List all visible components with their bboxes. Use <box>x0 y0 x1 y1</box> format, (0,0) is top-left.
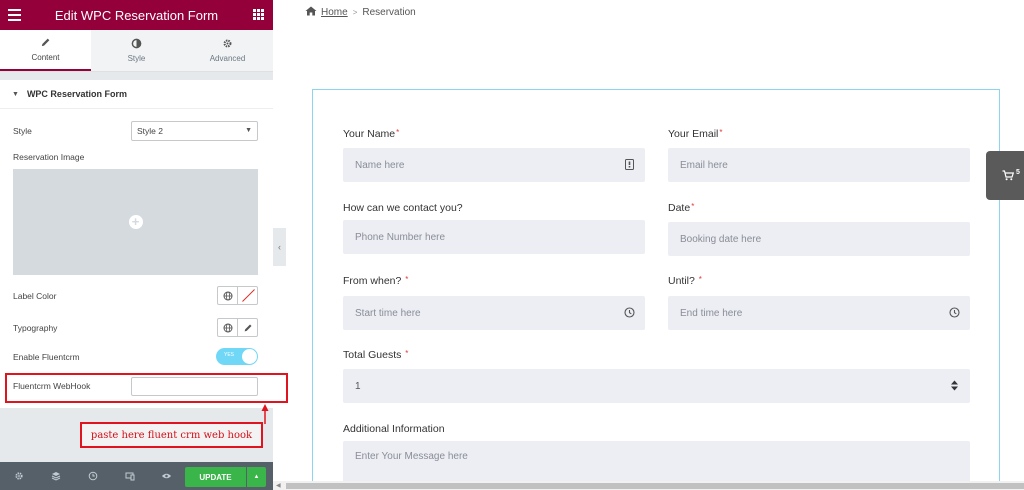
from-label: From when? * <box>343 275 409 287</box>
settings-icon[interactable] <box>0 471 37 481</box>
cart-icon <box>1002 170 1014 181</box>
label-color-controls <box>217 286 258 305</box>
style-label: Style <box>13 126 32 136</box>
widgets-grid-icon[interactable] <box>253 9 264 20</box>
responsive-icon[interactable] <box>111 471 148 481</box>
annotation-arrow-icon <box>261 404 269 424</box>
gear-icon <box>222 38 233 50</box>
plus-icon: + <box>128 215 143 229</box>
no-color-icon <box>238 287 257 304</box>
horizontal-scrollbar[interactable]: ◀ <box>273 481 1024 490</box>
breadcrumb-separator: > <box>352 8 358 17</box>
enable-fluentcrm-label: Enable Fluentcrm <box>13 352 80 362</box>
contact-label: How can we contact you? <box>343 202 463 214</box>
phone-input[interactable]: Phone Number here <box>343 220 645 254</box>
tab-style-label: Style <box>127 54 146 63</box>
controls-section: ▼ WPC Reservation Form Style Style 2 ▼ R… <box>0 80 273 408</box>
reservation-form: Your Name* Name here Your Email* Email h… <box>312 89 1000 490</box>
tab-advanced-label: Advanced <box>209 54 246 63</box>
typography-controls <box>217 318 258 337</box>
pencil-icon <box>40 37 51 49</box>
home-icon <box>305 6 317 19</box>
editor-panel: Edit WPC Reservation Form Content Style <box>0 0 273 490</box>
update-button[interactable]: UPDATE <box>185 467 246 487</box>
info-label: Additional Information <box>343 423 445 435</box>
menu-icon[interactable] <box>8 9 21 24</box>
color-picker-swatch[interactable] <box>237 287 257 304</box>
end-time-input[interactable]: End time here <box>668 296 970 330</box>
tab-content[interactable]: Content <box>0 30 91 71</box>
guests-select[interactable]: 1 <box>343 369 970 403</box>
name-placeholder: Name here <box>355 159 405 171</box>
breadcrumb-home-link[interactable]: Home <box>321 7 348 18</box>
guests-label: Total Guests * <box>343 349 409 361</box>
preview-eye-icon[interactable] <box>148 472 185 480</box>
end-time-placeholder: End time here <box>680 307 743 319</box>
style-select[interactable]: Style 2 ▼ <box>131 121 258 141</box>
section-header[interactable]: ▼ WPC Reservation Form <box>0 80 273 109</box>
layers-icon[interactable] <box>37 471 74 481</box>
reservation-image-label: Reservation Image <box>13 152 85 162</box>
panel-tabs: Content Style Advanced <box>0 30 273 72</box>
chevron-down-icon: ▼ <box>245 127 252 134</box>
message-placeholder: Enter Your Message here <box>355 451 468 462</box>
breadcrumb: Home > Reservation <box>305 6 416 19</box>
date-input[interactable]: Booking date here <box>668 222 970 256</box>
name-input[interactable]: Name here <box>343 148 645 182</box>
phone-placeholder: Phone Number here <box>355 231 446 243</box>
tab-advanced[interactable]: Advanced <box>182 30 273 71</box>
half-circle-icon <box>131 38 142 50</box>
webhook-highlight-box <box>5 373 288 403</box>
email-input[interactable]: Email here <box>668 148 970 182</box>
panel-header: Edit WPC Reservation Form <box>0 0 273 30</box>
toggle-text: YES <box>224 352 235 358</box>
clock-icon <box>624 307 635 318</box>
label-color-label: Label Color <box>13 291 57 301</box>
scrollbar-thumb[interactable] <box>286 483 1024 489</box>
panel-title: Edit WPC Reservation Form <box>54 7 219 23</box>
app: Edit WPC Reservation Form Content Style <box>0 0 1024 490</box>
fluentcrm-toggle[interactable]: YES <box>216 348 258 365</box>
caret-down-icon: ▼ <box>12 90 19 98</box>
annotation-note: paste here fluent crm web hook <box>80 422 263 448</box>
start-time-placeholder: Start time here <box>355 307 421 319</box>
typography-label: Typography <box>13 323 58 333</box>
name-label: Your Name* <box>343 128 400 140</box>
reservation-image-picker[interactable]: + <box>13 169 258 275</box>
tab-content-label: Content <box>31 53 60 62</box>
start-time-input[interactable]: Start time here <box>343 296 645 330</box>
until-label: Until? * <box>668 275 702 287</box>
guests-value: 1 <box>355 380 361 392</box>
globe-icon[interactable] <box>218 287 237 304</box>
sort-arrows-icon <box>951 380 958 391</box>
cart-count: 5 <box>1016 169 1020 176</box>
scroll-left-arrow-icon[interactable]: ◀ <box>276 482 281 489</box>
date-placeholder: Booking date here <box>680 233 762 245</box>
cart-button[interactable]: 5 <box>986 151 1024 200</box>
globe-icon[interactable] <box>218 319 237 336</box>
collapse-panel-button[interactable]: ‹ <box>273 228 286 266</box>
toggle-knob <box>242 349 257 364</box>
date-label: Date* <box>668 202 695 214</box>
email-placeholder: Email here <box>680 159 728 171</box>
edit-pencil-icon[interactable] <box>237 319 257 336</box>
section-title: WPC Reservation Form <box>26 89 127 99</box>
history-icon[interactable] <box>74 471 111 481</box>
contact-card-icon <box>625 159 634 170</box>
update-options-button[interactable]: ▲ <box>247 467 266 487</box>
tab-style[interactable]: Style <box>91 30 182 71</box>
clock-icon <box>949 307 960 318</box>
email-label: Your Email* <box>668 128 723 140</box>
breadcrumb-current: Reservation <box>362 7 416 18</box>
style-select-value: Style 2 <box>137 126 163 136</box>
